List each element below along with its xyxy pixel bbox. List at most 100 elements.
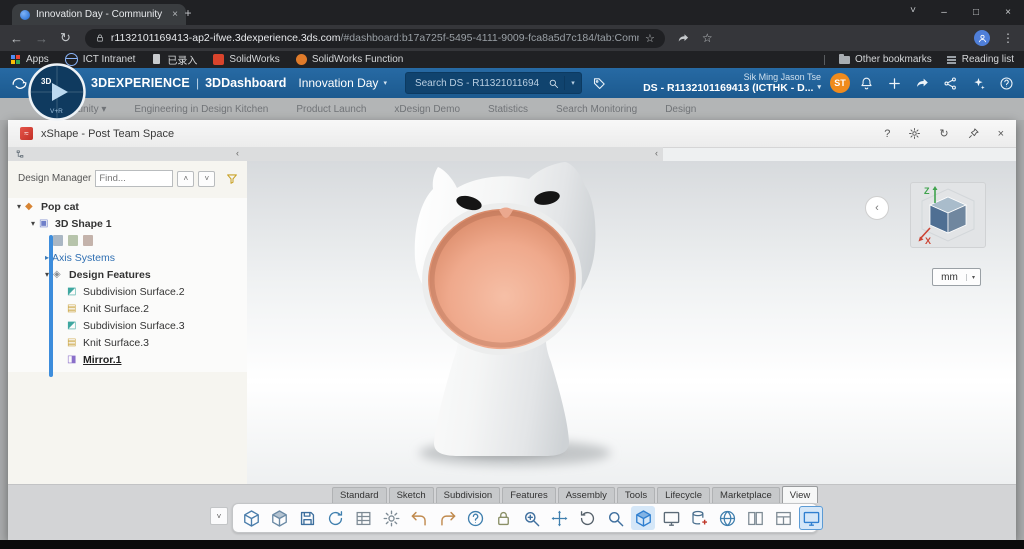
help-icon[interactable] <box>463 506 487 530</box>
tab-close-icon[interactable]: × <box>172 9 178 20</box>
action-tab[interactable]: Standard <box>332 487 387 503</box>
filter-funnel-icon[interactable] <box>225 172 239 186</box>
zoom-icon[interactable] <box>603 506 627 530</box>
save-icon[interactable] <box>295 506 319 530</box>
tree-item[interactable]: Mirror.1 <box>8 351 247 368</box>
action-tab[interactable]: Sketch <box>389 487 434 503</box>
dashboard-selector[interactable]: Innovation Day ▾ <box>298 76 387 90</box>
tab-title: Innovation Day - Community <box>36 9 166 20</box>
model-display-icon[interactable] <box>239 506 263 530</box>
tree-item[interactable]: Subdivision Surface.2 <box>8 283 247 300</box>
redo-icon[interactable] <box>435 506 459 530</box>
tree-item[interactable]: Design Features <box>8 266 247 283</box>
bookmark-item[interactable]: Other bookmarks <box>839 54 932 65</box>
tree-panel-icon[interactable] <box>15 149 25 159</box>
reading-list-star-icon[interactable]: ☆ <box>702 31 713 45</box>
forward-button[interactable]: → <box>35 31 48 46</box>
help-icon[interactable] <box>999 76 1014 91</box>
minimize-button[interactable]: – <box>928 0 960 25</box>
address-bar[interactable]: r1132101169413-ap2-ifwe.3dexperience.3ds… <box>85 29 665 48</box>
action-tab[interactable]: View <box>782 486 818 503</box>
share-page-icon[interactable] <box>677 32 690 45</box>
user-avatar[interactable]: ST <box>830 73 850 93</box>
tree-item[interactable]: Knit Surface.2 <box>8 300 247 317</box>
assistant-sparkle-icon[interactable] <box>971 76 986 91</box>
action-tab[interactable]: Tools <box>617 487 655 503</box>
share-icon[interactable] <box>915 76 930 91</box>
action-tab[interactable]: Features <box>502 487 556 503</box>
cube-panel-collapse-button[interactable]: ‹ <box>865 196 889 220</box>
toolbar-collapse-chevron-icon[interactable]: ˅ <box>210 507 228 525</box>
app-refresh-button[interactable]: ↻ <box>939 127 948 140</box>
app-settings-gear-icon[interactable] <box>908 127 921 140</box>
datasheet-icon[interactable] <box>351 506 375 530</box>
zoom-in-icon[interactable] <box>519 506 543 530</box>
bookmark-item[interactable]: 已录入 <box>151 52 197 67</box>
globe-view-icon[interactable] <box>715 506 739 530</box>
screen-view-icon[interactable] <box>659 506 683 530</box>
expand-arrow-icon[interactable] <box>14 202 24 211</box>
action-tab[interactable]: Lifecycle <box>657 487 710 503</box>
app-close-button[interactable]: × <box>998 128 1004 140</box>
iso-view-icon[interactable] <box>267 506 291 530</box>
action-tab[interactable]: Assembly <box>558 487 615 503</box>
bookmark-item[interactable]: Reading list <box>946 54 1014 65</box>
action-tab-label: Tools <box>625 490 647 501</box>
shaded-view-icon[interactable] <box>631 506 655 530</box>
3d-viewport[interactable]: ‹ Z X mm ▾ <box>247 161 1016 485</box>
find-input[interactable] <box>95 170 173 187</box>
bookmark-item[interactable]: SolidWorks <box>213 54 279 65</box>
panel-collapse-chevron-icon[interactable]: ‹ <box>236 147 239 160</box>
platform-search[interactable]: ▾ <box>405 72 582 94</box>
search-scope-chevron-icon[interactable]: ▾ <box>565 79 581 87</box>
action-tab[interactable]: Marketplace <box>712 487 780 503</box>
tag-icon[interactable] <box>592 76 607 91</box>
split-view-icon[interactable] <box>743 506 767 530</box>
rotate-view-icon[interactable] <box>575 506 599 530</box>
app-pin-icon[interactable] <box>967 127 980 140</box>
tree-item[interactable]: Pop cat <box>8 198 247 215</box>
dashboard-tab: Search Monitoring <box>556 104 637 115</box>
3d-model-pop-cat[interactable] <box>247 161 1016 485</box>
fullscreen-view-icon[interactable] <box>799 506 823 530</box>
units-dropdown[interactable]: mm ▾ <box>932 268 981 286</box>
profile-avatar[interactable] <box>974 30 990 46</box>
back-button[interactable]: ← <box>10 31 23 46</box>
add-plus-icon[interactable] <box>887 76 902 91</box>
tree-item[interactable]: Knit Surface.3 <box>8 334 247 351</box>
find-next-button[interactable]: ˅ <box>198 171 215 187</box>
browser-tab[interactable]: Innovation Day - Community × <box>12 4 186 25</box>
lock-icon[interactable] <box>491 506 515 530</box>
update-sync-icon[interactable] <box>323 506 347 530</box>
tree-item[interactable] <box>8 232 247 249</box>
view-cube[interactable]: Z X <box>910 182 986 248</box>
expand-arrow-icon[interactable] <box>28 219 38 228</box>
find-previous-button[interactable]: ˄ <box>177 171 194 187</box>
notifications-bell-icon[interactable] <box>859 76 874 91</box>
bookmark-star-icon[interactable]: ☆ <box>645 32 655 45</box>
panel-collapse-chevron-icon[interactable]: ‹ <box>655 147 658 160</box>
bookmark-icon <box>213 54 224 65</box>
search-input[interactable] <box>413 77 543 90</box>
tree-item[interactable]: 3D Shape 1 <box>8 215 247 232</box>
collaboration-network-icon[interactable] <box>943 76 958 91</box>
maximize-button[interactable]: □ <box>960 0 992 25</box>
3dexperience-compass-widget[interactable]: 3D V+R <box>27 62 87 122</box>
close-button[interactable]: × <box>992 0 1024 25</box>
bookmark-item[interactable]: SolidWorks Function <box>296 54 404 65</box>
settings-gear-icon[interactable] <box>379 506 403 530</box>
add-database-icon[interactable] <box>687 506 711 530</box>
tree-item[interactable]: Subdivision Surface.3 <box>8 317 247 334</box>
tree-item-icon <box>67 320 80 332</box>
window-layout-icon[interactable] <box>771 506 795 530</box>
tree-item[interactable]: Axis Systems <box>8 249 247 266</box>
undo-icon[interactable] <box>407 506 431 530</box>
user-block[interactable]: Sik Ming Jason Tse DS - R1132101169413 (… <box>643 72 821 94</box>
pan-icon[interactable] <box>547 506 571 530</box>
browser-menu-kebab-icon[interactable]: ⋮ <box>1002 31 1014 45</box>
new-tab-button[interactable]: + <box>180 5 196 21</box>
app-help-button[interactable]: ? <box>884 128 890 140</box>
reload-button[interactable]: ↻ <box>60 30 71 46</box>
tab-search-icon[interactable]: ˅ <box>910 5 916 16</box>
action-tab[interactable]: Subdivision <box>436 487 501 503</box>
